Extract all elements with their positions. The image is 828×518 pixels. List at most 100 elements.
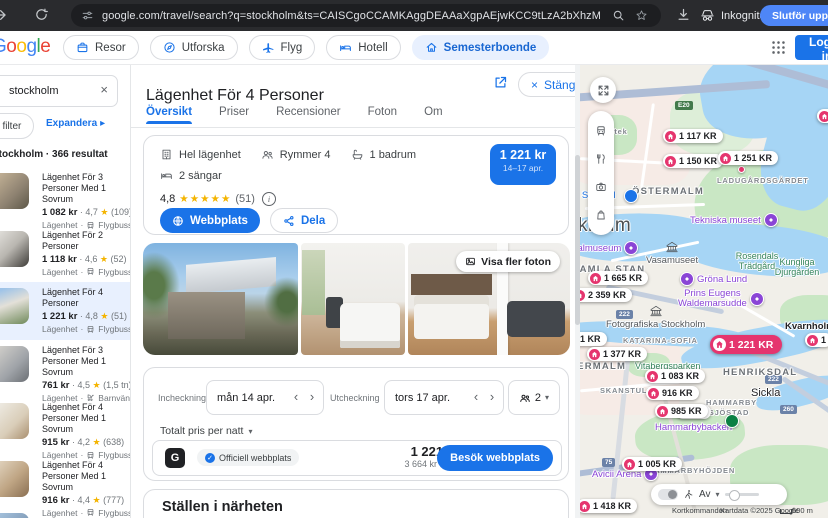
- map-scale-bar: [780, 509, 792, 514]
- photo-bedroom-2[interactable]: Visa fler foton: [408, 243, 570, 355]
- map-price-marker[interactable]: 1 665 KR: [588, 271, 648, 285]
- listing-result-4[interactable]: Lägenhet För 3 Personer Med 1 Sovrum761 …: [0, 340, 130, 398]
- map-label-text: Fotografiska Stockholm: [606, 319, 705, 330]
- rating-score: 4,8: [160, 193, 175, 205]
- tab-priser[interactable]: Priser: [219, 106, 249, 124]
- close-icon: ×: [531, 78, 538, 92]
- checkin-next-icon[interactable]: ›: [305, 389, 319, 404]
- logo-letter: o: [6, 36, 16, 57]
- map-price-marker[interactable]: 1: [805, 333, 828, 347]
- forward-icon[interactable]: [0, 7, 8, 23]
- map-price-marker-selected[interactable]: 1 221 KR: [710, 335, 782, 354]
- listing-result-1[interactable]: Lägenhet För 3 Personer Med 1 Sovrum1 08…: [0, 167, 130, 225]
- explore-icon: [163, 41, 176, 54]
- attractions-layer-icon[interactable]: [595, 181, 607, 193]
- shopping-layer-icon[interactable]: [595, 209, 607, 221]
- home-marker-icon: [713, 338, 726, 351]
- map-poi-dot[interactable]: [725, 414, 739, 428]
- login-button[interactable]: Logga in: [795, 35, 828, 60]
- listing-price-line: 916 kr · 4,4 ★ (777): [42, 495, 128, 506]
- map-label-text: HENRIKSDAL: [723, 367, 797, 378]
- checkout-prev-icon[interactable]: ‹: [469, 389, 483, 404]
- nav-chip-semesterboende[interactable]: Semesterboende: [412, 35, 550, 60]
- checkin-field[interactable]: mån 14 apr. ‹ ›: [206, 380, 324, 415]
- price-badge[interactable]: 1 221 kr 14–17 apr.: [490, 144, 556, 185]
- keyboard-shortcuts-link[interactable]: Kortkommandon: [672, 506, 727, 515]
- map-label-text: SÖDERMALM: [580, 361, 626, 372]
- marker-price: 916 KR: [662, 388, 693, 398]
- info-icon[interactable]: i: [262, 192, 276, 206]
- url-bar[interactable]: google.com/travel/search?q=stockholm&ts=…: [71, 4, 661, 27]
- map-price-marker[interactable]: [817, 109, 828, 123]
- transit-layer-icon[interactable]: [595, 125, 607, 137]
- map-price-marker[interactable]: 1 377 KR: [587, 347, 647, 361]
- nav-chip-utforska[interactable]: Utforska: [150, 35, 238, 60]
- layer-toggle[interactable]: [658, 489, 678, 500]
- checkout-next-icon[interactable]: ›: [485, 389, 499, 404]
- nav-chip-hotell[interactable]: Hotell: [326, 35, 400, 60]
- map-canvas[interactable]: E2022222226075StockholmÖSTERMALMGAMLA ST…: [580, 65, 828, 518]
- apps-grid-icon[interactable]: [770, 39, 787, 56]
- slider-knob[interactable]: [729, 490, 740, 501]
- finish-update-button[interactable]: Slutför uppdateringen: [760, 5, 828, 26]
- map-price-marker[interactable]: 1 005 KR: [622, 457, 682, 471]
- visit-website-button[interactable]: Besök webbplats: [437, 445, 553, 471]
- tab-versikt[interactable]: Översikt: [146, 106, 192, 124]
- map-slider[interactable]: [725, 493, 759, 496]
- bed-icon: [339, 41, 352, 54]
- open-in-new-icon[interactable]: [493, 75, 508, 90]
- map-price-marker[interactable]: 1 251 KR: [718, 151, 778, 165]
- tab-recensioner[interactable]: Recensioner: [276, 106, 341, 124]
- google-logo[interactable]: Google: [0, 36, 50, 58]
- share-button[interactable]: Dela: [270, 208, 338, 233]
- tab-om[interactable]: Om: [424, 106, 443, 124]
- reload-icon[interactable]: [34, 7, 49, 22]
- listing-result-3[interactable]: Lägenhet För 4 Personer1 221 kr · 4,8 ★ …: [0, 282, 130, 340]
- chevron-down-icon[interactable]: ▾: [716, 490, 720, 499]
- browser-chrome: google.com/travel/search?q=stockholm&ts=…: [0, 0, 828, 31]
- listing-result-6[interactable]: Lägenhet För 4 Personer Med 1 Sovrum916 …: [0, 455, 130, 513]
- restaurants-layer-icon[interactable]: [595, 153, 607, 165]
- map-price-marker[interactable]: 985 KR: [655, 404, 708, 418]
- listing-result-2[interactable]: Lägenhet För 2 Personer1 118 kr · 4,6 ★ …: [0, 225, 130, 283]
- price-filter-dropdown[interactable]: Totalt pris per natt ▾: [160, 425, 252, 437]
- map-price-marker[interactable]: 916 KR: [646, 386, 699, 400]
- home-marker-icon: [819, 111, 828, 122]
- nav-chip-flyg[interactable]: Flyg: [249, 35, 316, 60]
- clear-search-icon[interactable]: ×: [100, 83, 108, 97]
- tab-foton[interactable]: Foton: [368, 106, 397, 124]
- layer-off-label: Av: [699, 489, 711, 500]
- expand-filters-button[interactable]: Expandera ▸: [46, 118, 105, 129]
- map-label-text: Vasamuseet: [646, 255, 698, 266]
- map-price-marker[interactable]: 1 083 KR: [645, 369, 705, 383]
- photo-exterior[interactable]: [143, 243, 298, 355]
- logo-letter: g: [26, 36, 36, 57]
- map-price-marker[interactable]: 1 117 KR: [663, 129, 723, 143]
- map-price-marker[interactable]: 2 359 KR: [580, 288, 632, 302]
- search-input[interactable]: [7, 84, 67, 98]
- all-filters-button[interactable]: Alla filter: [0, 113, 34, 139]
- checkin-prev-icon[interactable]: ‹: [289, 389, 303, 404]
- download-icon[interactable]: [676, 7, 691, 22]
- photo-bedroom-1[interactable]: [301, 243, 405, 355]
- nav-chip-resor[interactable]: Resor: [63, 35, 139, 60]
- map-label-kvarnholmen: Kvarnholmen: [785, 321, 828, 332]
- map-poi-dot[interactable]: [738, 166, 745, 173]
- listing-result-5[interactable]: Lägenhet För 4 Personer Med 1 Sovrum915 …: [0, 397, 130, 455]
- site-settings-icon[interactable]: [81, 9, 94, 22]
- rating-reviews[interactable]: (51): [235, 193, 255, 205]
- map-label-text: Hammarbybacken: [655, 422, 732, 433]
- map-poi-dot[interactable]: [624, 189, 638, 203]
- chevron-down-icon: ▾: [248, 427, 252, 436]
- search-box[interactable]: ×: [0, 75, 118, 107]
- map-price-marker[interactable]: 1 KR: [580, 332, 607, 346]
- zoom-icon[interactable]: [612, 9, 625, 22]
- guests-selector[interactable]: 2 ▾: [508, 380, 560, 415]
- website-button[interactable]: Webbplats: [160, 208, 260, 233]
- more-photos-button[interactable]: Visa fler foton: [456, 251, 560, 272]
- map-price-marker[interactable]: 1 150 KR: [663, 154, 723, 168]
- checkout-field[interactable]: tors 17 apr. ‹ ›: [384, 380, 504, 415]
- next-listing-thumbnail: [0, 513, 29, 518]
- bookmark-star-icon[interactable]: [635, 9, 648, 22]
- fullscreen-button[interactable]: [590, 77, 616, 103]
